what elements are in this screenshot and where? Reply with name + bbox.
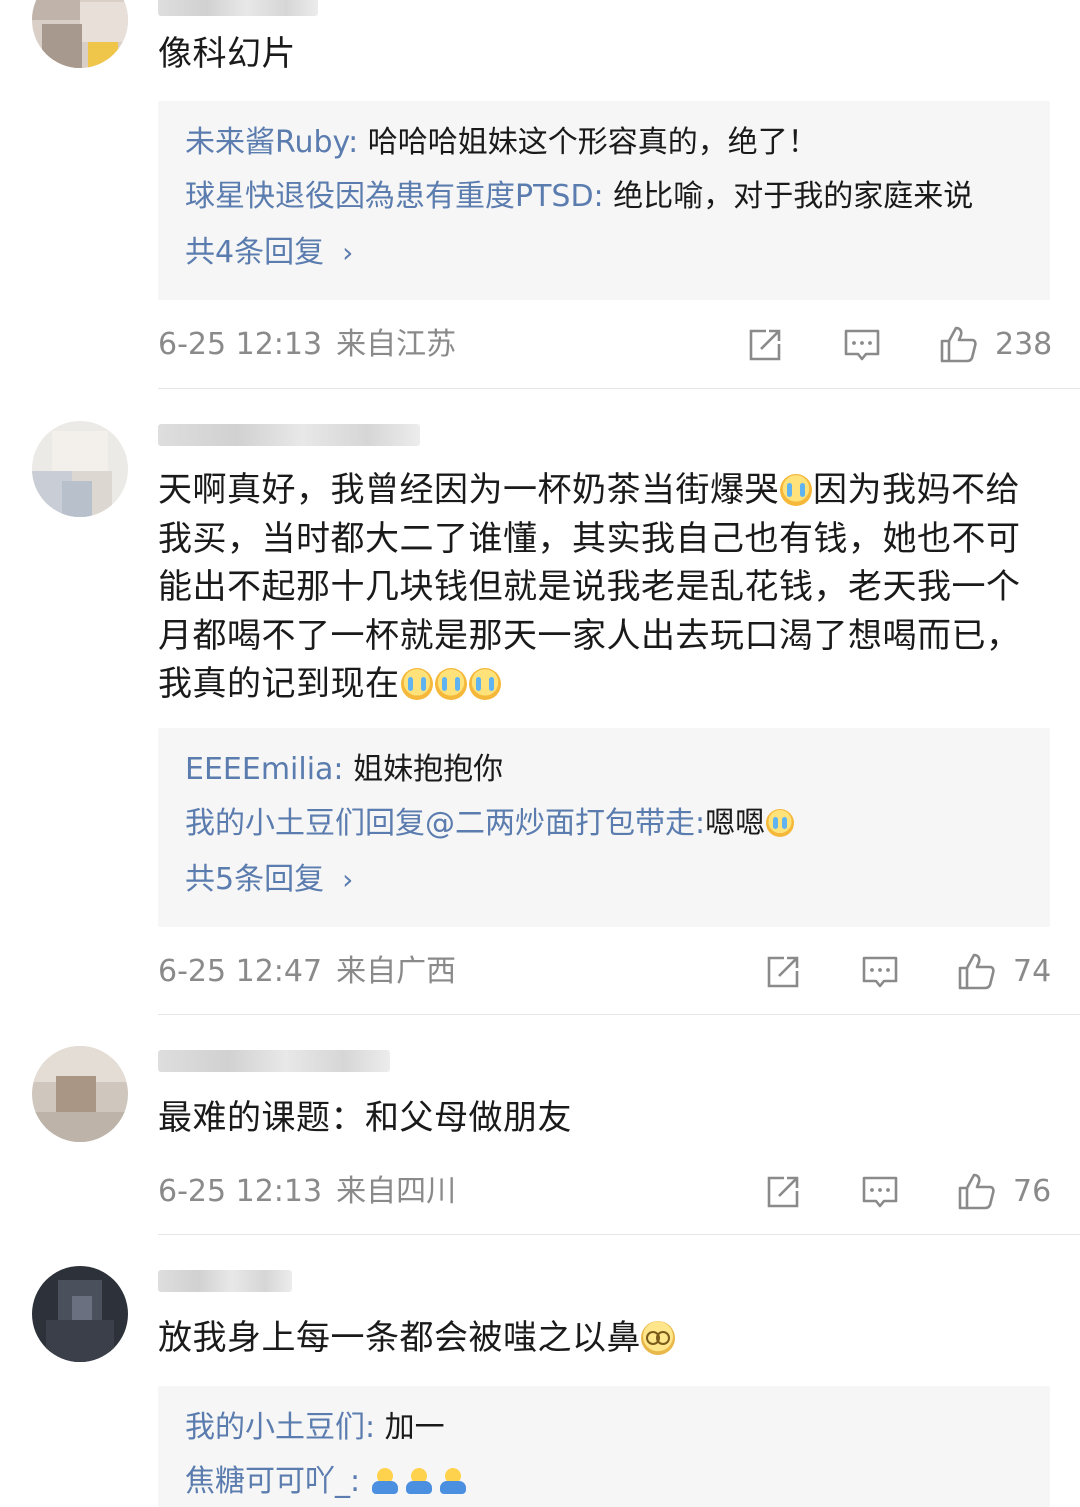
- reply-item[interactable]: 球星快退役因為患有重度PTSD: 绝比喻，对于我的家庭来说: [185, 177, 973, 217]
- like-count: 238: [995, 327, 1053, 362]
- comment-meta: 6-25 12:47 来自广西: [158, 952, 456, 992]
- reply-text: 姐妹抱抱你: [343, 752, 504, 787]
- like-icon[interactable]: [956, 951, 996, 991]
- reply-author[interactable]: EEEEmilia:: [185, 752, 344, 787]
- shy-emoji-icon: [641, 1321, 675, 1355]
- reply-item[interactable]: 我的小土豆们: 加一: [185, 1408, 445, 1448]
- comment-body-part: 天啊真好，我曾经因为一杯奶茶当街爆哭: [158, 470, 779, 510]
- share-icon[interactable]: [764, 953, 802, 991]
- chevron-right-icon: ›: [342, 236, 354, 269]
- crying-emoji-icon: [766, 809, 795, 837]
- reply-author[interactable]: 焦糖可可吖_:: [185, 1464, 360, 1499]
- like-icon[interactable]: [938, 324, 978, 364]
- comment-body: 放我身上每一条都会被嗤之以鼻: [158, 1314, 1038, 1363]
- username[interactable]: [158, 0, 318, 16]
- timestamp: 6-25 12:47: [158, 954, 323, 989]
- reply-item[interactable]: EEEEmilia: 姐妹抱抱你: [185, 750, 503, 790]
- reply-author[interactable]: 我的小土豆们:: [185, 1410, 375, 1445]
- crying-emoji-icon: [434, 668, 467, 700]
- share-icon[interactable]: [746, 326, 784, 364]
- comment-body: 最难的课题：和父母做朋友: [158, 1098, 572, 1138]
- view-replies-link[interactable]: 共5条回复 ›: [185, 860, 353, 900]
- reply-item[interactable]: 我的小土豆们回复@二两炒面打包带走:嗯嗯: [185, 804, 795, 844]
- comment-body-text: 放我身上每一条都会被嗤之以鼻: [158, 1318, 641, 1358]
- reply-box[interactable]: 未来酱Ruby: 哈哈哈姐妹这个形容真的，绝了！ 球星快退役因為患有重度PTSD…: [158, 101, 1050, 300]
- reply-author[interactable]: 我的小土豆们回复@二两炒面打包带走:: [185, 806, 705, 841]
- timestamp: 6-25 12:13: [158, 327, 323, 362]
- username[interactable]: [158, 1270, 292, 1292]
- hug-emoji-icon: [438, 1468, 468, 1494]
- reply-author[interactable]: 球星快退役因為患有重度PTSD:: [185, 179, 604, 214]
- avatar[interactable]: [32, 1046, 128, 1142]
- comment-body: 像科幻片: [158, 34, 296, 74]
- location: 来自四川: [336, 1174, 457, 1209]
- username[interactable]: [158, 424, 420, 446]
- location: 来自广西: [336, 954, 457, 989]
- reply-item[interactable]: 未来酱Ruby: 哈哈哈姐妹这个形容真的，绝了！: [185, 123, 818, 163]
- comment-meta: 6-25 12:13 来自四川: [158, 1172, 456, 1212]
- reply-author[interactable]: 未来酱Ruby:: [185, 125, 358, 160]
- like-icon[interactable]: [956, 1171, 996, 1211]
- divider: [158, 1234, 1080, 1235]
- view-replies-label: 共5条回复: [185, 862, 325, 897]
- comment-icon[interactable]: [861, 1173, 899, 1211]
- view-replies-link[interactable]: 共4条回复 ›: [185, 233, 353, 273]
- share-icon[interactable]: [764, 1173, 802, 1211]
- chevron-right-icon: ›: [342, 863, 354, 896]
- comment-body: 天啊真好，我曾经因为一杯奶茶当街爆哭 因为我妈不给我买，当时都大二了谁懂，其实我自…: [158, 466, 1038, 709]
- reply-text: 哈哈哈姐妹这个形容真的，绝了！: [358, 125, 818, 160]
- comment-icon[interactable]: [861, 953, 899, 991]
- reply-box[interactable]: 我的小土豆们: 加一 焦糖可可吖_:: [158, 1386, 1050, 1507]
- reply-text: 嗯嗯: [705, 806, 766, 841]
- hug-emoji-icon: [370, 1468, 400, 1494]
- reply-text: 绝比喻，对于我的家庭来说: [603, 179, 974, 214]
- reply-item[interactable]: 焦糖可可吖_:: [185, 1462, 472, 1502]
- like-count: 76: [1013, 1174, 1052, 1209]
- comment-meta: 6-25 12:13 来自江苏: [158, 325, 456, 365]
- crying-emoji-icon: [400, 668, 433, 700]
- username[interactable]: [158, 1050, 390, 1072]
- divider: [158, 1014, 1080, 1015]
- divider: [158, 388, 1080, 389]
- view-replies-label: 共4条回复: [185, 235, 325, 270]
- avatar[interactable]: [32, 1266, 128, 1362]
- hug-emoji-icon: [404, 1468, 434, 1494]
- reply-text: [360, 1464, 370, 1499]
- like-count: 74: [1013, 954, 1052, 989]
- crying-emoji-icon: [468, 668, 501, 700]
- reply-box[interactable]: EEEEmilia: 姐妹抱抱你 我的小土豆们回复@二两炒面打包带走:嗯嗯 共5…: [158, 728, 1050, 927]
- crying-emoji-icon: [780, 474, 812, 506]
- avatar[interactable]: [32, 0, 128, 68]
- comment-icon[interactable]: [843, 326, 881, 364]
- avatar[interactable]: [32, 421, 128, 517]
- location: 来自江苏: [336, 327, 457, 362]
- reply-text: 加一: [375, 1410, 445, 1445]
- timestamp: 6-25 12:13: [158, 1174, 323, 1209]
